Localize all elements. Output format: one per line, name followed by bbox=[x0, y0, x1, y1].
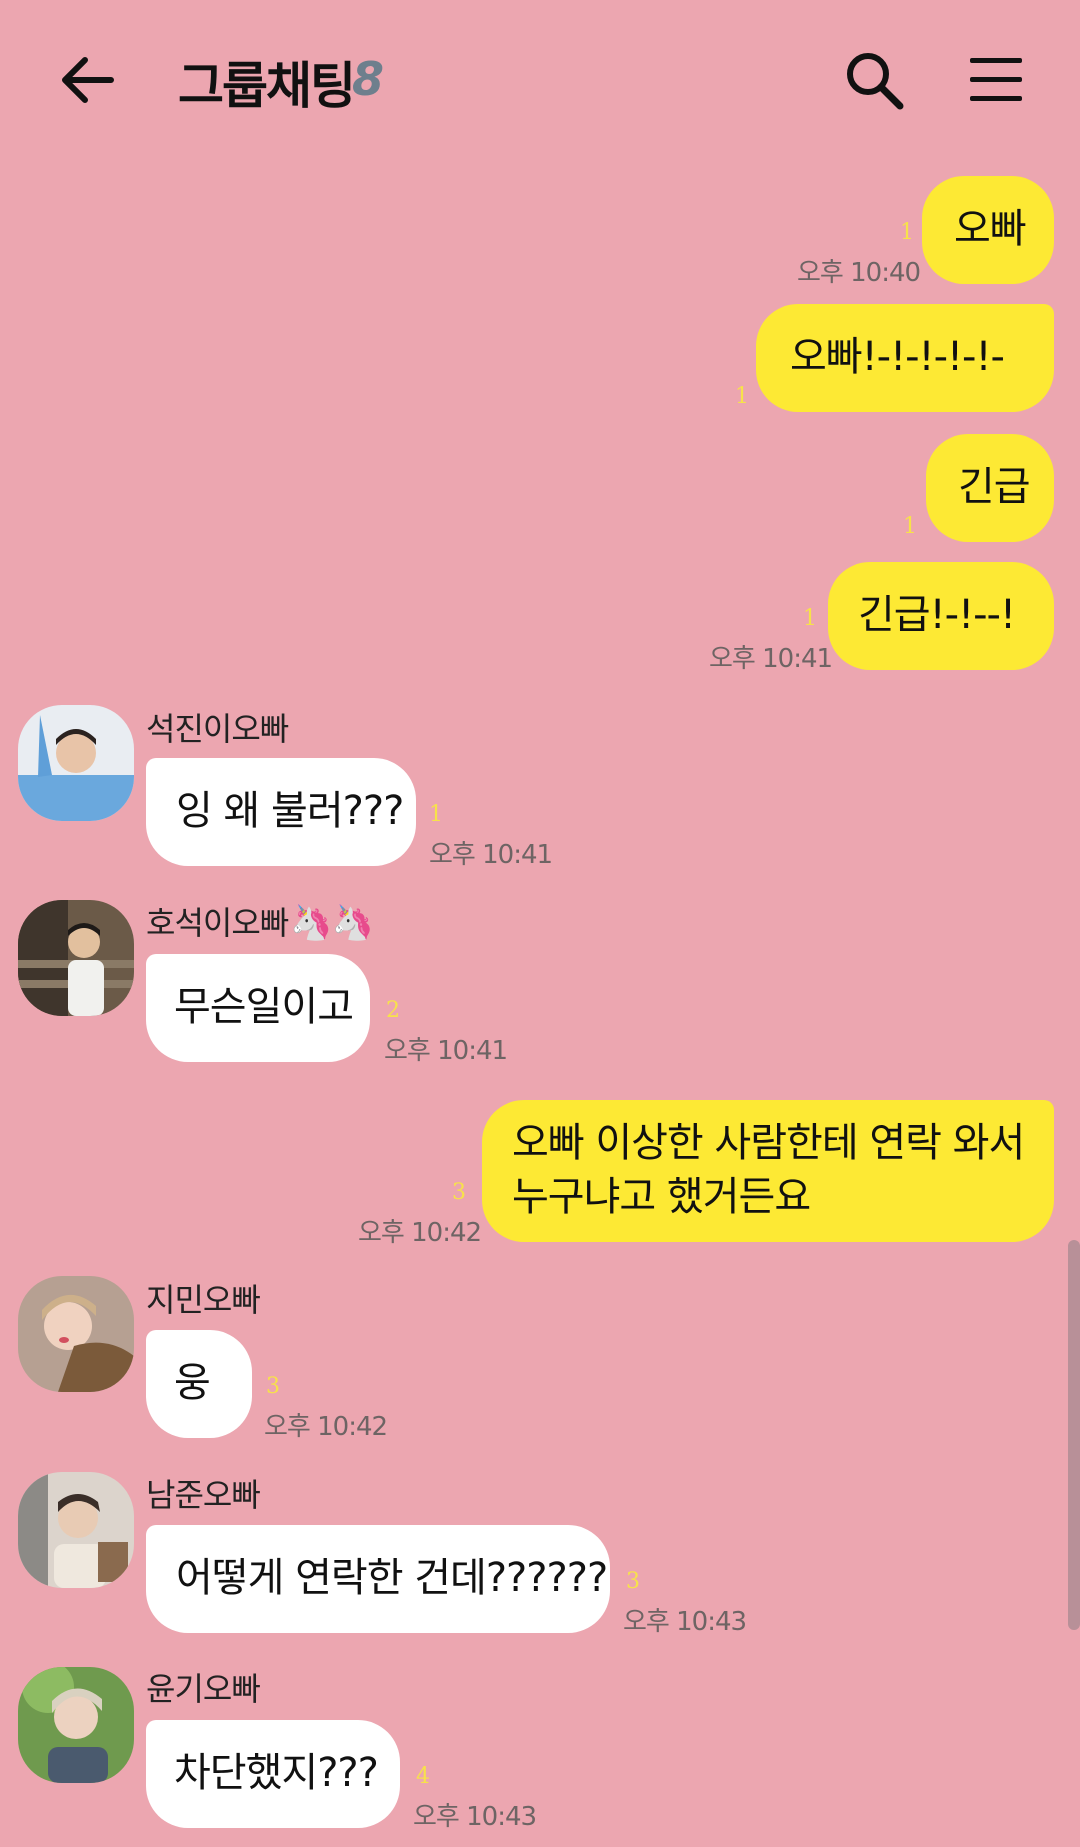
member-count: 8 bbox=[352, 52, 385, 106]
message-text: 오빠 bbox=[954, 206, 1027, 252]
message-text-line: 오빠 이상한 사람한테 연락 와서 bbox=[512, 1120, 1025, 1166]
chat-title: 그룹채팅 bbox=[178, 57, 356, 115]
message-bubble[interactable]: 오빠 이상한 사람한테 연락 와서 누구냐고 했거든요 bbox=[482, 1100, 1054, 1242]
message-text: 오빠!-!-!-!-!- bbox=[790, 334, 1005, 380]
read-count: 2 bbox=[386, 998, 400, 1023]
read-count: 1 bbox=[903, 514, 917, 539]
message-bubble[interactable]: 웅 bbox=[146, 1330, 252, 1438]
hamburger-menu-icon[interactable] bbox=[966, 52, 1026, 108]
read-count: 1 bbox=[429, 802, 443, 827]
avatar[interactable] bbox=[18, 1472, 134, 1588]
read-count: 1 bbox=[803, 606, 817, 631]
message-bubble[interactable]: 어떻게 연락한 건데?????? bbox=[146, 1525, 610, 1633]
sender-name-text: 호석이오빠 bbox=[146, 904, 289, 942]
message-time: 오후 10:41 bbox=[709, 644, 833, 674]
message-time: 오후 10:42 bbox=[358, 1218, 482, 1248]
message-time: 오후 10:43 bbox=[413, 1802, 537, 1832]
message-text-line: 누구냐고 했거든요 bbox=[512, 1174, 811, 1220]
arrow-left-icon[interactable] bbox=[55, 48, 119, 112]
sender-name: 남준오빠 bbox=[146, 1476, 261, 1514]
avatar[interactable] bbox=[18, 705, 134, 821]
message-text: 긴급 bbox=[958, 464, 1031, 510]
message-bubble[interactable]: 오빠 bbox=[922, 176, 1054, 284]
message-bubble[interactable]: 오빠!-!-!-!-!- bbox=[756, 304, 1054, 412]
message-text: 긴급!-!--! bbox=[858, 592, 1016, 638]
message-text: 웅 bbox=[174, 1360, 211, 1406]
read-count: 1 bbox=[900, 220, 914, 245]
search-icon[interactable] bbox=[842, 48, 906, 112]
avatar[interactable] bbox=[18, 1667, 134, 1783]
scrollbar[interactable] bbox=[1068, 1240, 1080, 1630]
message-bubble[interactable]: 긴급 bbox=[926, 434, 1054, 542]
message-text: 무슨일이고 bbox=[174, 984, 354, 1030]
read-count: 3 bbox=[266, 1374, 280, 1399]
sender-name: 호석이오빠🦄🦄 bbox=[146, 898, 374, 944]
chat-header: 그룹채팅 8 bbox=[0, 0, 1080, 160]
message-text: 어떻게 연락한 건데?????? bbox=[176, 1555, 608, 1601]
read-count: 4 bbox=[416, 1764, 430, 1789]
sender-name: 윤기오빠 bbox=[146, 1670, 261, 1708]
sender-name: 석진이오빠 bbox=[146, 710, 289, 748]
message-text: 차단했지??? bbox=[174, 1750, 379, 1796]
message-time: 오후 10:43 bbox=[623, 1607, 747, 1637]
message-bubble[interactable]: 무슨일이고 bbox=[146, 954, 370, 1062]
message-time: 오후 10:41 bbox=[429, 840, 553, 870]
message-bubble[interactable]: 긴급!-!--! bbox=[828, 562, 1054, 670]
message-bubble[interactable]: 차단했지??? bbox=[146, 1720, 400, 1828]
message-time: 오후 10:42 bbox=[264, 1412, 388, 1442]
message-text: 잉 왜 불러??? bbox=[176, 788, 404, 834]
read-count: 3 bbox=[626, 1569, 640, 1594]
message-time: 오후 10:40 bbox=[797, 258, 921, 288]
unicorn-emoji-icon: 🦄🦄 bbox=[290, 903, 374, 943]
message-time: 오후 10:41 bbox=[384, 1036, 508, 1066]
avatar[interactable] bbox=[18, 900, 134, 1016]
read-count: 1 bbox=[735, 384, 749, 409]
read-count: 3 bbox=[452, 1180, 466, 1205]
sender-name: 지민오빠 bbox=[146, 1281, 261, 1319]
avatar[interactable] bbox=[18, 1276, 134, 1392]
message-bubble[interactable]: 잉 왜 불러??? bbox=[146, 758, 416, 866]
